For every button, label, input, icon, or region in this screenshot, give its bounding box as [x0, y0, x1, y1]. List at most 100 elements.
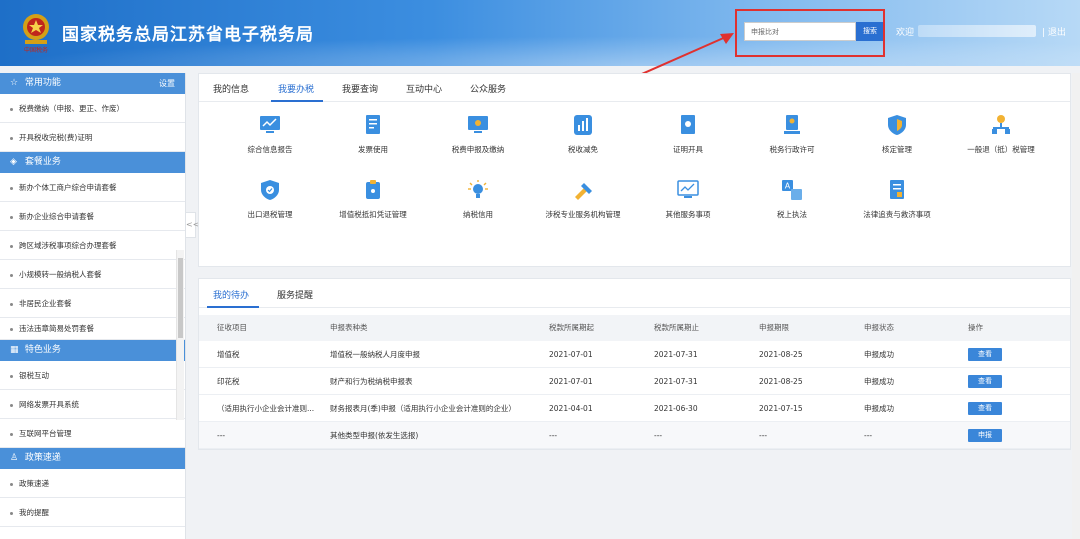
func-invoice[interactable]: 发票使用	[323, 114, 423, 155]
cell-form: 财务报表月(季)申报（适用执行小企业会计准则的企业）	[330, 404, 516, 413]
column-header: 税款所属期起	[549, 323, 594, 332]
view-button[interactable]: 查看	[968, 402, 1002, 415]
sidebar-section-features[interactable]: ▦ 特色业务	[0, 340, 185, 361]
sidebar-item-label: 新办企业综合申请套餐	[19, 212, 94, 221]
func-label: 出口退税管理	[247, 210, 293, 219]
bulb-icon	[468, 180, 488, 198]
func-label: 税务行政许可	[769, 145, 815, 154]
top-banner: 中国税务 国家税务总局江苏省电子税务局 申报比对 搜索 欢迎 | 退出	[0, 0, 1080, 66]
func-refund[interactable]: 一般退（抵）税管理	[951, 114, 1051, 155]
func-label: 综合信息报告	[247, 145, 293, 154]
func-enforcement[interactable]: A 税上执法	[742, 179, 842, 220]
invoice-icon	[366, 115, 380, 134]
declare-button[interactable]: 申报	[968, 429, 1002, 442]
sidebar-item-label: 跨区域涉税事项综合办理套餐	[19, 241, 117, 250]
func-info-report[interactable]: 综合信息报告	[220, 114, 320, 155]
sidebar-item[interactable]: 网络发票开具系统	[0, 390, 185, 419]
sidebar-item-label: 非居民企业套餐	[19, 299, 72, 308]
tab-interaction[interactable]: 互动中心	[406, 82, 442, 95]
star-icon: ☆	[10, 78, 19, 88]
active-tab-indicator	[271, 100, 323, 102]
func-tax-relief[interactable]: 税收减免	[533, 114, 633, 155]
cell-item: 增值税	[217, 350, 240, 359]
sidebar-item[interactable]: 跨区域涉税事项综合办理套餐	[0, 231, 185, 260]
func-label: 证明开具	[673, 145, 703, 154]
sidebar-item[interactable]: 新办个体工商户综合申请套餐	[0, 173, 185, 202]
sidebar-item[interactable]: 新办企业综合申请套餐	[0, 202, 185, 231]
sidebar-item-label: 互联网平台管理	[19, 429, 72, 438]
func-admin-license[interactable]: 税务行政许可	[742, 114, 842, 155]
settings-link[interactable]: 设置	[159, 73, 175, 94]
cell-form: 增值税一般纳税人月度申报	[330, 350, 420, 359]
sidebar-item-label: 网络发票开具系统	[19, 400, 79, 409]
sidebar-item[interactable]: 我的提醒	[0, 498, 185, 527]
sidebar-section-common[interactable]: ☆ 常用功能 设置	[0, 73, 185, 94]
certificate-icon	[681, 115, 695, 134]
bullet-icon	[10, 302, 13, 306]
sidebar-item-label: 政策速递	[19, 479, 49, 488]
tab-my-info[interactable]: 我的信息	[213, 82, 249, 95]
cell-end: 2021-07-31	[654, 350, 698, 359]
column-header: 操作	[968, 323, 983, 332]
sidebar-scrollbar[interactable]	[176, 250, 184, 420]
func-label: 核定管理	[882, 145, 912, 154]
cell-status: 申报成功	[864, 404, 894, 413]
collapse-sidebar-button[interactable]: <<	[186, 212, 199, 238]
emblem-caption: 中国税务	[24, 46, 48, 54]
sidebar-item[interactable]: 违法违章简易处罚套餐	[0, 318, 185, 340]
view-button[interactable]: 查看	[968, 348, 1002, 361]
sidebar-item[interactable]: 政策速递	[0, 469, 185, 498]
tab-divider	[199, 101, 1070, 102]
sidebar-item[interactable]: 银税互动	[0, 361, 185, 390]
tax-functions-panel: 我的信息 我要办税 我要查询 互动中心 公众服务 综合信息报告 发票使用 税费申…	[198, 73, 1071, 267]
sidebar-item[interactable]: 税费缴纳（申报、更正、作废）	[0, 94, 185, 123]
scrollbar-thumb[interactable]	[178, 258, 183, 338]
sidebar-item[interactable]: 开具税收完税(费)证明	[0, 123, 185, 152]
func-credit[interactable]: 纳税信用	[428, 179, 528, 220]
cell-deadline: 2021-08-25	[759, 377, 803, 386]
bullet-icon	[10, 374, 13, 378]
tab-service-reminder[interactable]: 服务提醒	[277, 288, 313, 301]
sidebar-section-title: 常用功能	[24, 78, 61, 88]
sidebar-item[interactable]: 非居民企业套餐	[0, 289, 185, 318]
func-label: 涉税专业服务机构管理	[545, 210, 621, 219]
func-other[interactable]: 其他服务事项	[638, 179, 738, 220]
tab-query[interactable]: 我要查询	[342, 82, 378, 95]
sidebar-section-packages[interactable]: ◈ 套餐业务	[0, 152, 185, 173]
cell-form: 其他类型申报(依发生选报)	[330, 431, 419, 440]
tab-public-service[interactable]: 公众服务	[470, 82, 506, 95]
func-label: 税费申报及缴纳	[451, 145, 505, 154]
page-scrollbar[interactable]	[1072, 73, 1080, 539]
tab-my-todo[interactable]: 我的待办	[213, 288, 249, 301]
func-vat-deduction[interactable]: 增值税抵扣凭证管理	[323, 179, 423, 220]
person-icon: ♙	[10, 453, 19, 463]
func-agency[interactable]: 涉税专业服务机构管理	[533, 179, 633, 220]
bullet-icon	[10, 403, 13, 407]
sidebar-item[interactable]: 小规模转一般纳税人套餐	[0, 260, 185, 289]
cell-item: 印花税	[217, 377, 240, 386]
active-tab-indicator	[207, 306, 259, 308]
cell-item: （适用执行小企业会计准则...	[217, 404, 315, 413]
logout-link[interactable]: | 退出	[1042, 25, 1066, 38]
cell-start: 2021-07-01	[549, 377, 593, 386]
func-declare-pay[interactable]: 税费申报及缴纳	[428, 114, 528, 155]
table-row: （适用执行小企业会计准则... 财务报表月(季)申报（适用执行小企业会计准则的企…	[199, 395, 1070, 422]
tab-do-tax[interactable]: 我要办税	[278, 82, 314, 95]
bullet-icon	[10, 273, 13, 277]
func-export-refund[interactable]: 出口退税管理	[220, 179, 320, 220]
sidebar-section-policy[interactable]: ♙ 政策速递	[0, 448, 185, 469]
shield-check-icon	[261, 180, 279, 200]
func-verification[interactable]: 核定管理	[847, 114, 947, 155]
grid-icon: ▦	[10, 345, 19, 355]
sidebar-item-label: 违法违章简易处罚套餐	[19, 324, 94, 333]
func-legal-remedy[interactable]: 法律追责与救济事项	[847, 179, 947, 220]
report-chart-icon	[260, 116, 280, 133]
view-button[interactable]: 查看	[968, 375, 1002, 388]
sidebar-item[interactable]: 互联网平台管理	[0, 419, 185, 448]
bullet-icon	[10, 244, 13, 248]
sidebar-item-label: 税费缴纳（申报、更正、作废）	[19, 104, 124, 113]
username-redacted	[918, 25, 1036, 37]
func-label: 发票使用	[358, 145, 388, 154]
table-row: --- 其他类型申报(依发生选报) --- --- --- --- 申报	[199, 422, 1070, 449]
func-certificate[interactable]: 证明开具	[638, 114, 738, 155]
